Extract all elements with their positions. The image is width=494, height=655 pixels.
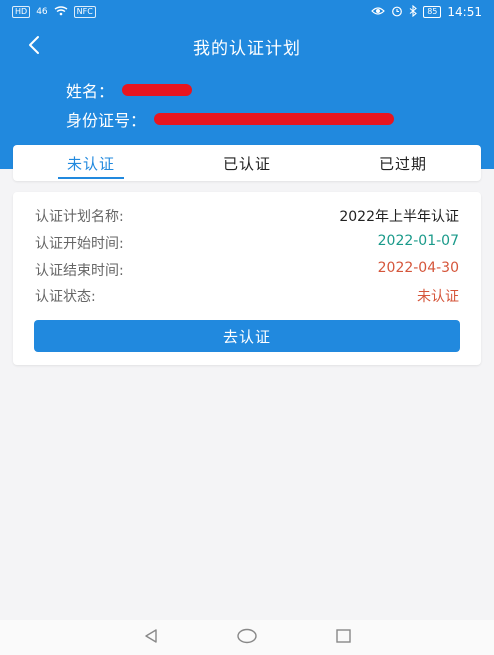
start-time-value: 2022-01-07 [377, 233, 459, 249]
start-time-row: 认证开始时间: 2022-01-07 [35, 233, 459, 253]
nav-recents-button[interactable] [334, 627, 352, 649]
nav-back-button[interactable] [142, 627, 160, 649]
plan-name-value: 2022年上半年认证 [339, 209, 459, 225]
eye-icon [371, 6, 386, 19]
name-row: 姓名： [66, 78, 193, 102]
name-label: 姓名： [66, 82, 115, 101]
back-triangle-icon [142, 627, 160, 649]
tab-unverified[interactable]: 未认证 [13, 145, 169, 181]
wifi-icon [54, 5, 68, 19]
page-title: 我的认证计划 [193, 39, 301, 59]
system-nav-bar [0, 620, 494, 655]
end-time-label: 认证结束时间: [35, 263, 124, 279]
tab-expired[interactable]: 已过期 [325, 145, 481, 181]
nav-home-button[interactable] [236, 627, 258, 649]
hd-indicator: HD [12, 6, 31, 18]
end-time-value: 2022-04-30 [377, 260, 459, 276]
recents-square-icon [334, 627, 352, 649]
status-label: 认证状态: [35, 289, 96, 305]
redacted-id-number [154, 113, 395, 125]
home-circle-icon [236, 627, 258, 649]
start-time-label: 认证开始时间: [35, 236, 124, 252]
battery-indicator: 85 [423, 6, 442, 18]
end-time-row: 认证结束时间: 2022-04-30 [35, 260, 459, 280]
id-row: 身份证号： [66, 107, 395, 131]
signal-indicator: 46 [36, 7, 48, 17]
id-number-label: 身份证号： [66, 111, 147, 130]
nfc-indicator: NFC [73, 6, 96, 18]
alarm-icon [391, 5, 403, 20]
status-row: 认证状态: 未认证 [35, 286, 459, 306]
tab-verified[interactable]: 已认证 [169, 145, 325, 181]
go-verify-button[interactable]: 去认证 [34, 320, 460, 352]
status-bar: HD 46 NFC 85 14:51 [0, 0, 494, 24]
status-tabs: 未认证 已认证 已过期 [13, 145, 481, 181]
plan-name-row: 认证计划名称: 2022年上半年认证 [35, 206, 459, 226]
redacted-name [122, 84, 193, 96]
status-value: 未认证 [417, 289, 459, 305]
plan-card: 认证计划名称: 2022年上半年认证 认证开始时间: 2022-01-07 认证… [13, 192, 481, 365]
bluetooth-icon [409, 4, 418, 20]
clock: 14:51 [447, 5, 482, 19]
plan-name-label: 认证计划名称: [35, 209, 124, 225]
